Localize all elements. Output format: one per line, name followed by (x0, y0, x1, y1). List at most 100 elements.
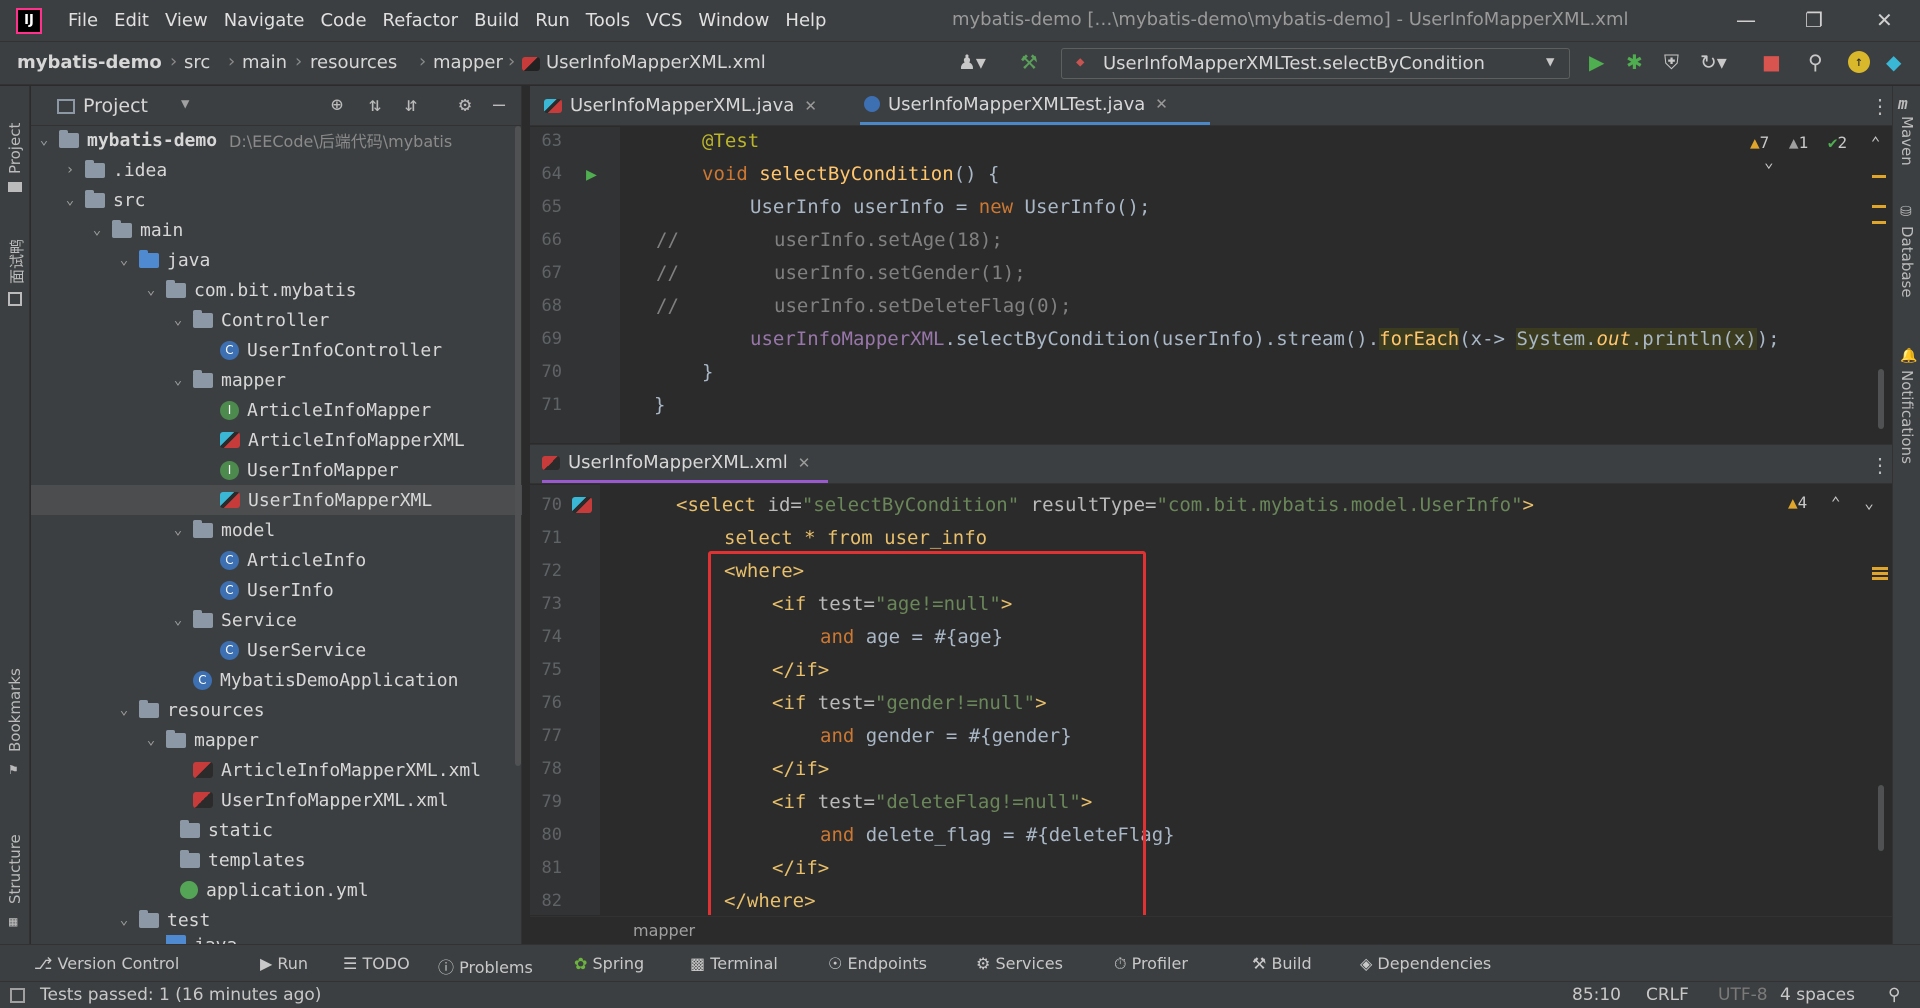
run-icon[interactable]: ▶ (1589, 50, 1604, 74)
tree-item[interactable]: C UserInfoController (31, 335, 522, 365)
tree-item[interactable]: application.yml (31, 875, 522, 905)
stop-icon[interactable]: ■ (1762, 50, 1781, 74)
collapse-all-icon[interactable]: ⇵ (405, 92, 417, 116)
menu-file[interactable]: File (68, 10, 98, 31)
coverage-icon[interactable]: ⛨ (1664, 50, 1679, 74)
tree-item[interactable]: ⌄ model (31, 515, 522, 545)
tree-item[interactable]: ⌄ Service (31, 605, 522, 635)
menu-view[interactable]: View (165, 10, 208, 31)
expand-all-icon[interactable]: ⇅ (369, 92, 381, 116)
debug-icon[interactable]: ✱ (1626, 50, 1643, 74)
chinese-tool-button[interactable]: 面试鸭 (6, 239, 27, 284)
restore-icon[interactable]: ❐ (1805, 8, 1823, 32)
error-stripe-mark[interactable] (1872, 175, 1886, 178)
intellij-logo-icon[interactable]: IJ (16, 7, 42, 34)
chevron-down-icon[interactable]: ▼ (181, 96, 189, 112)
xml-breadcrumb[interactable]: mapper (633, 921, 695, 940)
menu-run[interactable]: Run (535, 10, 570, 31)
tree-item-partial[interactable]: ⌄ java (31, 935, 522, 944)
tree-item[interactable]: C UserService (31, 635, 522, 665)
menu-tools[interactable]: Tools (586, 10, 630, 31)
breadcrumb-mapper[interactable]: mapper (433, 52, 503, 73)
run-configuration-select[interactable]: ◆ UserInfoMapperXMLTest.selectByConditio… (1061, 48, 1570, 79)
gear-icon[interactable]: ⚙ (459, 92, 471, 116)
menu-edit[interactable]: Edit (114, 10, 149, 31)
tab-userinfomapperxmltest-java[interactable]: UserInfoMapperXMLTest.java ✕ (860, 86, 1210, 125)
tool-tab-run[interactable]: ▶ Run (260, 954, 308, 973)
menu-window[interactable]: Window (698, 10, 769, 31)
tool-tab-problems[interactable]: ⓘ Problems (438, 954, 533, 978)
bookmarks-tool-button[interactable]: Bookmarks (6, 668, 24, 752)
tree-item[interactable]: static (31, 815, 522, 845)
caret-position[interactable]: 85:10 (1572, 985, 1621, 1005)
plugin-icon[interactable]: ◆ (1886, 50, 1901, 74)
tab-userinfomapperxml-java[interactable]: UserInfoMapperXML.java ✕ (544, 86, 854, 125)
more-tabs-icon[interactable]: ⋮ (1870, 94, 1890, 118)
tree-item[interactable]: C UserInfo (31, 575, 522, 605)
breadcrumb-src[interactable]: src (184, 52, 210, 73)
project-panel-title[interactable]: Project (83, 95, 148, 117)
menu-code[interactable]: Code (320, 10, 366, 31)
tool-tab-endpoints[interactable]: ☉ Endpoints (828, 954, 927, 973)
tree-item[interactable]: ⌄ resources (31, 695, 522, 725)
error-stripe-mark[interactable] (1872, 221, 1886, 224)
build-hammer-icon[interactable]: ⚒ (1020, 50, 1038, 74)
menu-refactor[interactable]: Refactor (383, 10, 459, 31)
user-icon[interactable]: ♟▾ (958, 50, 986, 74)
tool-tab-todo[interactable]: ☰ TODO (343, 954, 410, 973)
readonly-lock-icon[interactable]: ⚲ (1888, 985, 1900, 1005)
project-scrollbar[interactable] (515, 126, 521, 766)
run-test-gutter-icon[interactable]: ▶ (586, 158, 597, 191)
tree-item[interactable]: I ArticleInfoMapper (31, 395, 522, 425)
tree-item[interactable]: templates (31, 845, 522, 875)
editor-scrollbar[interactable] (1878, 369, 1884, 429)
tree-item[interactable]: C MybatisDemoApplication (31, 665, 522, 695)
close-tab-icon[interactable]: ✕ (804, 97, 817, 115)
more-tabs-icon[interactable]: ⋮ (1870, 453, 1890, 477)
tree-item[interactable]: ⌄ java (31, 245, 522, 275)
tool-tab-version-control[interactable]: ⎇ Version Control (34, 954, 179, 973)
minimize-icon[interactable]: — (1736, 8, 1756, 32)
tree-item-selected[interactable]: UserInfoMapperXML (31, 485, 522, 515)
menu-help[interactable]: Help (785, 10, 826, 31)
tree-item[interactable]: ⌄ mapper (31, 365, 522, 395)
search-icon[interactable]: ⚲ (1808, 50, 1823, 74)
tree-item[interactable]: ⌄ mapper (31, 725, 522, 755)
tool-tab-profiler[interactable]: ⏱ Profiler (1114, 954, 1188, 974)
update-icon[interactable]: ↑ (1848, 51, 1870, 73)
bottom-code-editor[interactable]: ▲4 ⌃ ⌄ 70 <select id="selectByCondition" … (530, 485, 1892, 915)
tree-item[interactable]: ⌄ Controller (31, 305, 522, 335)
structure-tool-button[interactable]: Structure (6, 834, 24, 904)
menu-navigate[interactable]: Navigate (224, 10, 305, 31)
notifications-tool-button[interactable]: Notifications (1898, 370, 1916, 464)
tool-tab-build[interactable]: ⚒ Build (1252, 954, 1312, 973)
tool-tab-services[interactable]: ⚙ Services (976, 954, 1063, 973)
close-tab-icon[interactable]: ✕ (798, 454, 811, 472)
hide-panel-icon[interactable]: — (493, 92, 505, 116)
tree-item[interactable]: ⌄ com.bit.mybatis (31, 275, 522, 305)
tool-tab-spring[interactable]: ✿ Spring (574, 954, 644, 973)
breadcrumb-file[interactable]: UserInfoMapperXML.xml (546, 52, 766, 73)
tab-userinfomapperxml-xml[interactable]: UserInfoMapperXML.xml ✕ (542, 445, 828, 483)
close-tab-icon[interactable]: ✕ (1155, 95, 1168, 113)
editor-scrollbar[interactable] (1878, 785, 1884, 851)
breadcrumb-main[interactable]: main (242, 52, 287, 73)
tree-item[interactable]: I UserInfoMapper (31, 455, 522, 485)
indent-setting[interactable]: 4 spaces (1780, 985, 1855, 1005)
database-tool-button[interactable]: Database (1898, 226, 1916, 298)
tool-tab-dependencies[interactable]: ◈ Dependencies (1360, 954, 1491, 973)
menu-build[interactable]: Build (474, 10, 519, 31)
tree-item[interactable]: ArticleInfoMapperXML.xml (31, 755, 522, 785)
tree-item[interactable]: ⌄ src (31, 185, 522, 215)
tree-item[interactable]: C ArticleInfo (31, 545, 522, 575)
breadcrumb-project[interactable]: mybatis-demo (17, 52, 162, 73)
tree-item[interactable]: › .idea (31, 155, 522, 185)
mybatis-navigate-gutter-icon[interactable] (572, 497, 592, 513)
menu-vcs[interactable]: VCS (646, 10, 682, 31)
project-tool-button[interactable]: Project (6, 123, 24, 174)
maven-tool-button[interactable]: Maven (1898, 116, 1916, 166)
error-stripe-mark[interactable] (1872, 567, 1888, 570)
tool-windows-toggle-icon[interactable] (10, 988, 25, 1003)
tree-item-root[interactable]: ⌄ mybatis-demo D:\EECode\后端代码\mybatis (31, 125, 522, 155)
profile-icon[interactable]: ↻▾ (1700, 50, 1727, 74)
